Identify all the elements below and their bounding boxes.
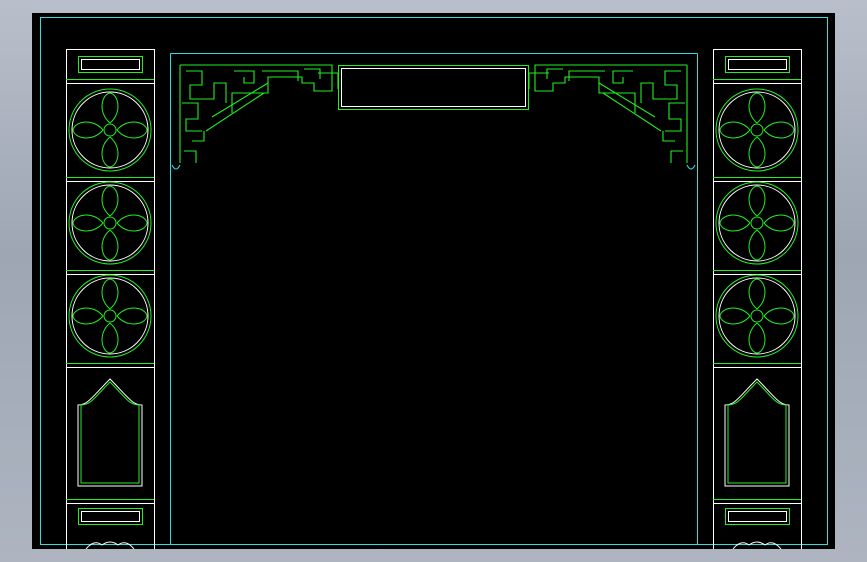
roundel-petal bbox=[116, 214, 148, 232]
right-fret-segment bbox=[598, 82, 656, 118]
archway-elevation-drawing bbox=[40, 17, 828, 549]
roundel-inner-circle bbox=[71, 277, 149, 355]
left-fret-segment bbox=[318, 72, 339, 89]
right-pillar bbox=[713, 49, 802, 549]
pillar-top-panel bbox=[725, 56, 790, 73]
right-fret-segment bbox=[665, 102, 685, 132]
pillar-bottom-panel-inner bbox=[81, 511, 140, 522]
pillar-arched-niche bbox=[77, 378, 143, 487]
roundel-inner-circle bbox=[71, 91, 149, 169]
left-fret-segment bbox=[180, 64, 333, 113]
left-fret-segment bbox=[205, 92, 265, 132]
roundel-petal bbox=[748, 229, 766, 261]
plaque-outer-border bbox=[338, 65, 529, 110]
right-fret-segment bbox=[662, 131, 675, 142]
roundel-inner-circle bbox=[718, 91, 796, 169]
pillar-arched-niche bbox=[80, 381, 140, 484]
pillar-top-panel-inner bbox=[728, 59, 787, 70]
roundel-petal bbox=[719, 214, 751, 232]
roundel-petal bbox=[719, 121, 751, 139]
left-fret-segment bbox=[184, 150, 197, 163]
roundel-center bbox=[750, 123, 764, 137]
left-lintel-hook bbox=[171, 164, 181, 170]
right-lintel-hook bbox=[686, 164, 696, 170]
roundel-petal bbox=[748, 92, 766, 124]
left-fret-segment bbox=[182, 102, 202, 132]
pillar-base-ornament bbox=[85, 541, 135, 549]
pillar-bottom-panel bbox=[78, 508, 143, 525]
cad-drawing-viewport[interactable] bbox=[32, 13, 835, 549]
roundel-center bbox=[103, 216, 117, 230]
roundel-petal bbox=[719, 307, 751, 325]
pillar-top-panel bbox=[78, 56, 143, 73]
roundel-petal bbox=[748, 185, 766, 217]
right-fret-segment bbox=[602, 92, 662, 132]
right-fret-segment bbox=[670, 150, 683, 163]
pillar-base-ornament bbox=[732, 541, 782, 549]
roundel-outer-circle bbox=[715, 274, 799, 358]
roundel-petal bbox=[72, 307, 104, 325]
roundel-petal bbox=[101, 92, 119, 124]
archway-opening bbox=[170, 53, 698, 544]
pillar-arched-niche bbox=[724, 378, 790, 487]
roundel-petal bbox=[101, 322, 119, 354]
left-fret-segment bbox=[192, 131, 205, 142]
right-fret-segment bbox=[568, 70, 605, 81]
roundel-petal bbox=[748, 322, 766, 354]
roundel-petal bbox=[72, 214, 104, 232]
roundel-inner-circle bbox=[71, 184, 149, 262]
roundel-petal bbox=[748, 136, 766, 168]
roundel-outer-circle bbox=[715, 88, 799, 172]
pillar-bottom-panel bbox=[725, 508, 790, 525]
left-fret-segment bbox=[262, 70, 299, 81]
left-pillar bbox=[66, 49, 155, 549]
central-plaque bbox=[338, 65, 529, 110]
left-fret-segment bbox=[186, 70, 227, 103]
cad-application-window bbox=[0, 0, 867, 562]
pillar-bottom-panel-inner bbox=[728, 511, 787, 522]
roundel-center bbox=[750, 309, 764, 323]
right-fret-segment bbox=[534, 64, 687, 113]
outer-frame bbox=[40, 17, 828, 545]
roundel-center bbox=[103, 123, 117, 137]
roundel-outer-circle bbox=[68, 88, 152, 172]
roundel-petal bbox=[72, 121, 104, 139]
roundel-petal bbox=[101, 136, 119, 168]
pillar-top-panel-inner bbox=[81, 59, 140, 70]
roundel-outer-circle bbox=[715, 181, 799, 265]
lintel-fret-pattern bbox=[171, 64, 696, 170]
left-fret-segment bbox=[304, 68, 321, 79]
roundel-petal bbox=[763, 307, 795, 325]
roundel-petal bbox=[101, 278, 119, 310]
roundel-petal bbox=[101, 229, 119, 261]
roundel-outer-circle bbox=[68, 181, 152, 265]
roundel-petal bbox=[748, 278, 766, 310]
roundel-center bbox=[103, 309, 117, 323]
roundel-inner-circle bbox=[718, 184, 796, 262]
right-fret-segment bbox=[528, 72, 549, 89]
right-fret-segment bbox=[612, 70, 633, 84]
roundel-petal bbox=[116, 307, 148, 325]
roundel-inner-circle bbox=[718, 277, 796, 355]
roundel-petal bbox=[763, 121, 795, 139]
left-fret-segment bbox=[234, 70, 255, 84]
plaque-inner-border bbox=[341, 68, 526, 107]
right-fret-segment bbox=[640, 70, 681, 103]
roundel-petal bbox=[101, 185, 119, 217]
roundel-outer-circle bbox=[68, 274, 152, 358]
right-fret-segment bbox=[546, 68, 563, 79]
roundel-petal bbox=[763, 214, 795, 232]
left-fret-segment bbox=[211, 82, 269, 118]
pillar-arched-niche bbox=[727, 381, 787, 484]
roundel-petal bbox=[116, 121, 148, 139]
roundel-center bbox=[750, 216, 764, 230]
